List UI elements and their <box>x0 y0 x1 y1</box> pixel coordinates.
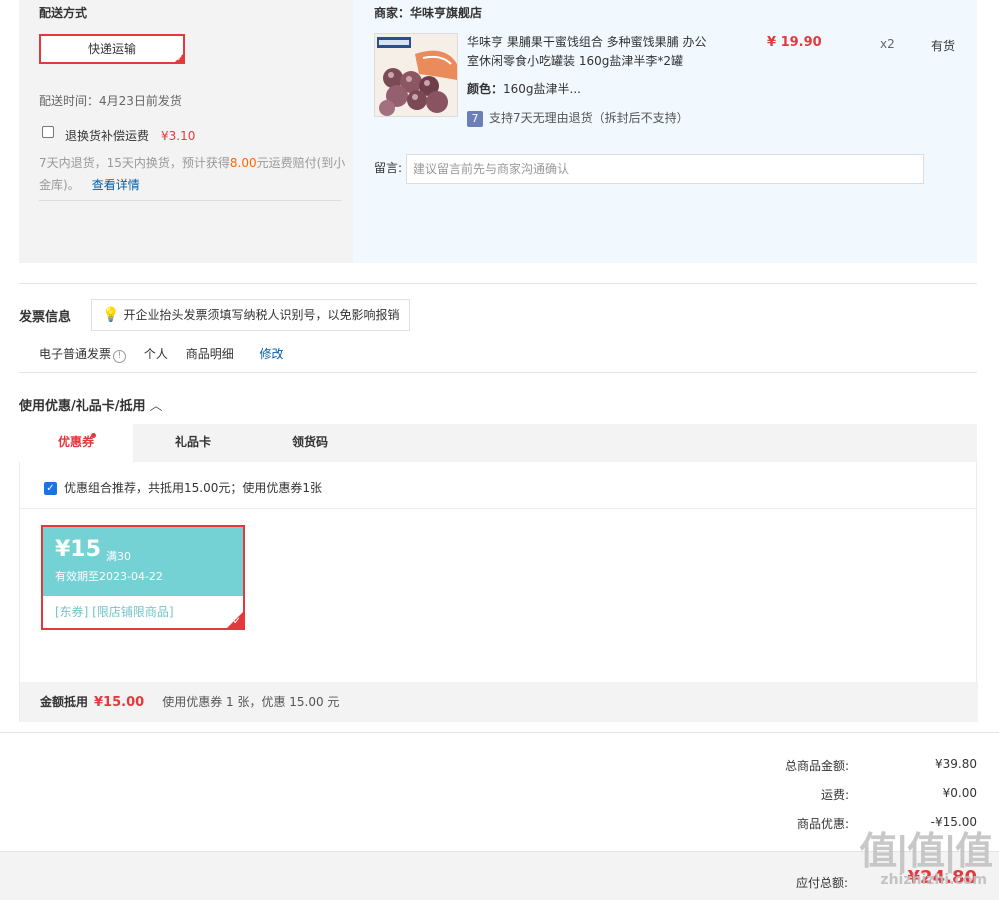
watermark-text: zhizhizhi.com <box>880 872 987 888</box>
payment-bar: 应付总额: ¥24.80 <box>0 851 999 900</box>
insurance-desc-part1: 7天内退货，15天内换货，预计获得 <box>39 156 230 170</box>
product-image[interactable] <box>374 33 458 117</box>
watermark-logo: 值|值|值 <box>859 829 993 873</box>
coupon-panel: ✓ 优惠组合推荐，共抵用15.00元；使用优惠券1张 ¥15 满30 有效期至20… <box>19 462 978 722</box>
info-icon[interactable]: ! <box>113 350 127 363</box>
coupon-validity: 有效期至2023-04-22 <box>55 570 163 583</box>
shipping-fee-label: 运费: <box>820 788 849 802</box>
product-stock: 有货 <box>931 39 956 53</box>
deduction-label: 金额抵用 <box>40 695 89 709</box>
total-goods-row: 总商品金额: ¥39.80 <box>700 757 977 777</box>
tab-redeem-code[interactable]: 领货码 <box>253 424 367 462</box>
delivery-panel: 配送方式 快递运输 ✓ 配送时间：4月23日前发货 退换货补偿运费 ¥3.10 7… <box>19 0 353 263</box>
total-goods-label: 总商品金额: <box>784 759 849 773</box>
coupon-section-title-text: 使用优惠/礼品卡/抵用 <box>19 399 146 414</box>
delivery-title: 配送方式 <box>39 6 88 20</box>
combo-text: 优惠组合推荐，共抵用15.00元；使用优惠券1张 <box>64 481 322 495</box>
coupon-card-header: ¥15 满30 有效期至2023-04-22 <box>43 527 243 596</box>
coupon-card[interactable]: ¥15 满30 有效期至2023-04-22 [东券] [限店铺限商品] ✓ <box>41 525 245 630</box>
invoice-tip: 💡 开企业抬头发票须填写纳税人识别号，以免影响报销 <box>91 299 411 331</box>
ship-time: 配送时间：4月23日前发货 <box>39 94 182 108</box>
deduction-description: 使用优惠券 1 张，优惠 15.00 元 <box>162 695 340 709</box>
invoice-content: 商品明细 <box>185 347 234 361</box>
insurance-description: 7天内退货，15天内换货，预计获得8.00元运费赔付(到小金库)。 查看详情 <box>39 152 349 196</box>
color-value: 160g盐津半... <box>503 82 581 96</box>
check-icon: ✓ <box>232 616 241 627</box>
invoice-type: 电子普通发票! <box>39 347 127 363</box>
insurance-label: 退换货补偿运费 ¥3.10 <box>65 127 195 144</box>
tab-coupons-label: 优惠券 <box>57 435 94 449</box>
coupon-section-title[interactable]: 使用优惠/礼品卡/抵用 ︿ <box>19 395 163 414</box>
combo-recommendation: ✓ 优惠组合推荐，共抵用15.00元；使用优惠券1张 <box>44 479 322 496</box>
insurance-price: ¥3.10 <box>161 129 196 143</box>
merchant-name: 商家：华味亨旗舰店 <box>374 6 483 20</box>
merchant-panel: 商家：华味亨旗舰店 华味亨 果脯果干蜜饯组合 多种蜜饯果脯 办公室休闲零食小吃罐… <box>353 0 977 263</box>
check-icon: ✓ <box>176 54 183 63</box>
product-title[interactable]: 华味亨 果脯果干蜜饯组合 多种蜜饯果脯 办公室休闲零食小吃罐装 160g盐津半李… <box>467 33 715 71</box>
invoice-title: 发票信息 <box>19 310 72 325</box>
coupon-condition: 满30 <box>106 550 131 563</box>
tab-gift-card[interactable]: 礼品卡 <box>133 424 253 462</box>
divider <box>0 732 999 733</box>
coupon-tags: [东券] [限店铺限商品] <box>55 605 174 619</box>
product-quantity: x2 <box>880 37 895 51</box>
return-policy-text: 支持7天无理由退货（拆封后不支持） <box>489 111 689 125</box>
shipping-method-label: 快递运输 <box>87 42 136 56</box>
amount-due-label: 应付总额: <box>795 876 848 890</box>
deduction-amount: ¥15.00 <box>94 695 145 710</box>
divider <box>20 508 976 509</box>
shipping-fee-row: 运费: ¥0.00 <box>700 786 977 806</box>
product-price: ¥ 19.90 <box>767 35 822 50</box>
return-7day-icon: 7 <box>467 110 483 127</box>
message-input[interactable] <box>406 154 924 184</box>
discount-label: 商品优惠: <box>796 817 849 831</box>
view-details-link[interactable]: 查看详情 <box>92 178 140 192</box>
coupon-amount: ¥15 <box>55 537 101 562</box>
coupon-tabs: 优惠券 礼品卡 领货码 <box>19 424 977 462</box>
divider <box>19 283 977 284</box>
divider <box>19 372 977 373</box>
product-color: 颜色：160g盐津半... <box>467 80 581 97</box>
invoice-tip-text: 开企业抬头发票须填写纳税人识别号，以免影响报销 <box>123 308 400 322</box>
invoice-title-type: 个人 <box>143 347 168 361</box>
notification-dot <box>91 433 96 438</box>
deduction-summary: 金额抵用 ¥15.00 使用优惠券 1 张，优惠 15.00 元 <box>20 682 978 722</box>
message-label: 留言: <box>374 161 403 175</box>
shipping-method-button[interactable]: 快递运输 ✓ <box>39 34 185 64</box>
invoice-edit-link[interactable]: 修改 <box>260 347 284 361</box>
invoice-type-text: 电子普通发票 <box>39 347 112 361</box>
shipping-fee-value: ¥0.00 <box>942 786 977 800</box>
insurance-desc-amount: 8.00 <box>229 156 257 170</box>
divider <box>39 200 341 201</box>
invoice-details: 电子普通发票! 个人 商品明细 修改 <box>39 345 284 363</box>
lightbulb-icon: 💡 <box>102 307 120 323</box>
chevron-up-icon: ︿ <box>149 399 163 414</box>
total-goods-value: ¥39.80 <box>935 757 977 771</box>
return-policy: 7 支持7天无理由退货（拆封后不支持） <box>467 109 689 127</box>
tab-coupons[interactable]: 优惠券 <box>19 424 133 462</box>
color-label: 颜色： <box>467 82 504 96</box>
combo-checkbox[interactable]: ✓ <box>44 482 57 495</box>
insurance-checkbox[interactable] <box>42 126 54 138</box>
insurance-label-text: 退换货补偿运费 <box>65 129 150 143</box>
